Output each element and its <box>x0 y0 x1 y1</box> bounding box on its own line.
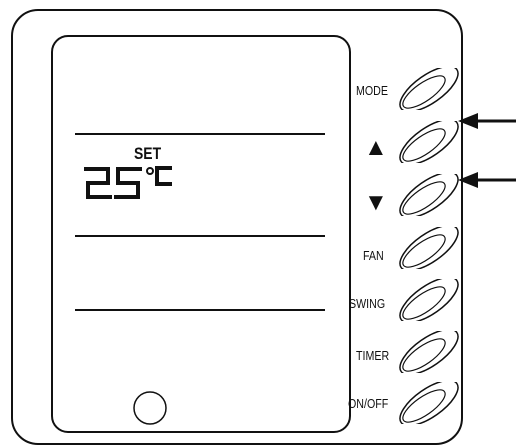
onoff-label: ON/OFF <box>348 396 389 411</box>
mode-button[interactable] <box>394 68 464 110</box>
up-triangle-icon: ▲ <box>364 134 388 161</box>
fan-label: FAN <box>363 248 384 263</box>
thermostat-panel: SET MODE FAN SWING TIMER ON/OFF ▲ ▼ <box>0 0 518 448</box>
reset-button[interactable] <box>133 391 167 425</box>
swing-button[interactable] <box>394 279 464 321</box>
timer-button[interactable] <box>394 331 464 373</box>
down-triangle-icon: ▼ <box>364 189 388 216</box>
lcd-screen <box>51 35 351 433</box>
timer-label: TIMER <box>356 348 390 363</box>
fan-button[interactable] <box>394 227 464 269</box>
mode-label: MODE <box>356 83 388 98</box>
down-button[interactable] <box>394 174 464 216</box>
onoff-button[interactable] <box>394 382 464 424</box>
set-label: SET <box>134 144 162 163</box>
up-button[interactable] <box>394 121 464 163</box>
swing-label: SWING <box>349 296 386 311</box>
pointer-arrow-down-button <box>458 172 516 188</box>
pointer-arrow-up-button <box>458 113 516 129</box>
